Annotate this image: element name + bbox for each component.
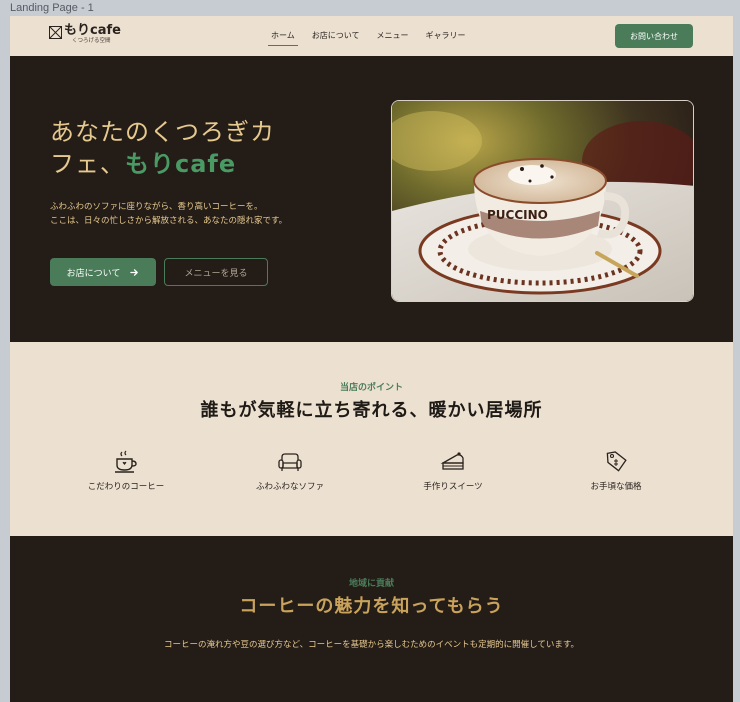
community-description: コーヒーの淹れ方や豆の選び方など、コーヒーを基礎から楽しむためのイベントも定期的… [164,640,579,650]
frame-label: Landing Page - 1 [10,2,94,14]
cake-icon [440,452,464,470]
hero-section: あなたのくつろぎカ フェ、もりcafe ふわふわのソファに座りながら、香り高いコ… [10,56,733,342]
nav-item-menu[interactable]: メニュー [377,30,409,45]
logo-title: もりcafe [64,23,121,38]
features-section: 当店のポイント 誰もが気軽に立ち寄れる、暖かい居場所 こだわりのコーヒー ふわふ [10,342,733,536]
hero-description: ふわふわのソファに座りながら、香り高いコーヒーを。 ここは、日々の忙しさから解放… [50,200,350,228]
hero-image-cappuccino: PUCCINO [391,100,694,302]
community-section: 地域に貢献 コーヒーの魅力を知ってもらう コーヒーの淹れ方や豆の選び方など、コー… [10,536,733,702]
features-title: 誰もが気軽に立ち寄れる、暖かい居場所 [200,400,543,421]
sofa-icon [278,453,302,471]
logo-subtitle: くつろげる空間 [72,38,111,44]
feature-label-sofa: ふわふわなソファ [255,482,324,492]
hero-title-accent: もりcafe [125,150,237,178]
nav-item-about[interactable]: お店について [312,30,360,45]
hero-title-line2: フェ、 [50,150,125,178]
cup-print-text: PUCCINO [487,208,548,222]
logo-mark-icon [49,26,62,39]
feature-cake: 手作りスイーツ [383,450,523,492]
feature-price: お手頃な価格 [546,450,686,492]
coffee-cup-icon [115,450,137,473]
hero-desc-line1: ふわふわのソファに座りながら、香り高いコーヒーを。 [50,202,263,212]
nav-item-gallery[interactable]: ギャラリー [426,30,466,45]
community-eyebrow: 地域に貢献 [348,579,394,589]
price-tag-icon [606,451,627,472]
hero-desc-line2: ここは、日々の忙しさから解放される、あなたの隠れ家です。 [50,216,288,226]
arrow-right-icon [130,268,139,276]
about-shop-button-label: お店について [66,268,121,279]
site-header: もりcafe くつろげる空間 ホーム お店について メニュー ギャラリー お問い… [10,16,733,56]
feature-sofa: ふわふわなソファ [220,450,360,492]
feature-label-cake: 手作りスイーツ [423,482,483,492]
main-nav: ホーム お店について メニュー ギャラリー [268,30,483,46]
hero-title-line1: あなたのくつろぎカ [50,118,275,146]
feature-label-coffee: こだわりのコーヒー [87,482,165,492]
contact-button[interactable]: お問い合わせ [615,24,693,48]
feature-coffee: こだわりのコーヒー [56,450,196,492]
feature-label-price: お手頃な価格 [590,482,642,492]
features-eyebrow: 当店のポイント [339,383,403,393]
view-menu-button[interactable]: メニューを見る [164,258,268,286]
nav-item-home[interactable]: ホーム [268,30,298,46]
logo[interactable]: もりcafe くつろげる空間 [49,24,121,45]
about-shop-button[interactable]: お店について [50,258,156,286]
community-title: コーヒーの魅力を知ってもらう [239,596,504,617]
hero-title: あなたのくつろぎカ フェ、もりcafe [50,116,310,180]
landing-page-frame: もりcafe くつろげる空間 ホーム お店について メニュー ギャラリー お問い… [10,16,733,702]
cappuccino-photo: PUCCINO [392,101,693,301]
